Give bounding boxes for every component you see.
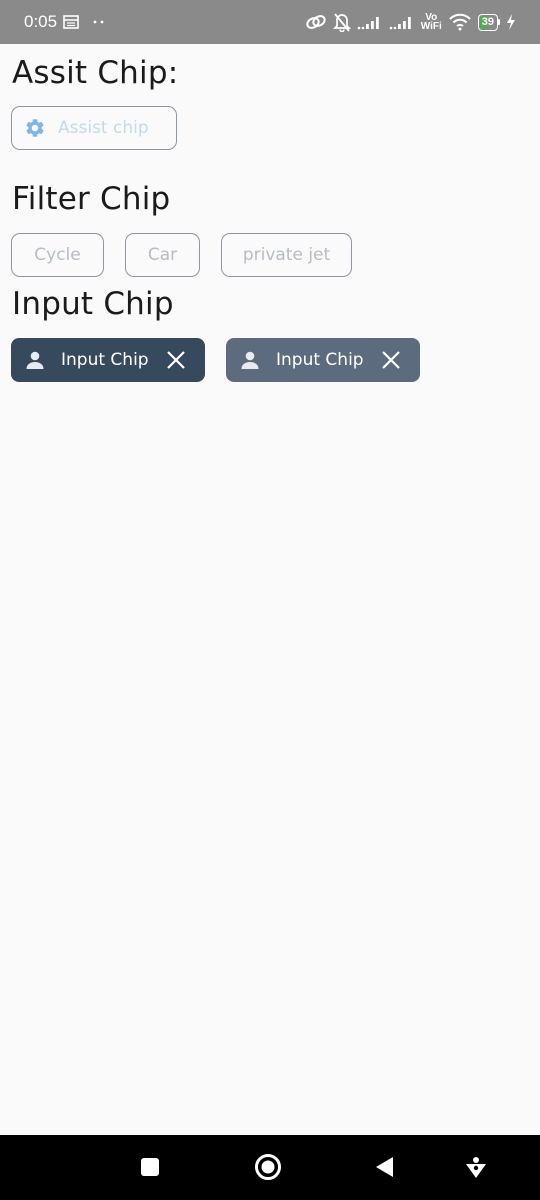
assist-chip[interactable]: Assist chip <box>11 106 177 150</box>
signal-icon <box>357 14 383 30</box>
status-time: 0:05 <box>24 12 58 31</box>
filter-chip-private-jet[interactable]: private jet <box>221 233 352 277</box>
input-chip[interactable]: Input Chip <box>11 338 205 382</box>
link-icon <box>305 13 327 31</box>
status-bar: 0:05 Vo WiFi 39 <box>0 0 540 44</box>
signal-icon <box>389 14 415 30</box>
assist-chip-title: Assit Chip: <box>12 55 179 91</box>
filter-chip-label: Cycle <box>34 245 81 265</box>
input-chip[interactable]: Input Chip <box>226 338 420 382</box>
wifi-icon <box>448 13 472 31</box>
close-icon[interactable] <box>165 349 187 371</box>
close-icon[interactable] <box>380 349 402 371</box>
charging-icon <box>506 14 516 30</box>
dots-icon <box>93 19 105 25</box>
battery-level: 39 <box>481 16 494 28</box>
filter-chip-title: Filter Chip <box>12 181 171 217</box>
home-circle-icon[interactable] <box>248 1147 288 1187</box>
filter-chip-label: Car <box>147 245 178 265</box>
status-left: 0:05 <box>24 12 105 32</box>
input-chip-label: Input Chip <box>276 350 364 370</box>
assistant-icon[interactable] <box>456 1147 496 1187</box>
notes-icon <box>63 15 79 29</box>
status-right: Vo WiFi 39 <box>305 12 516 32</box>
navigation-bar <box>0 1135 540 1200</box>
assist-chip-label: Assist chip <box>58 118 149 138</box>
filter-chip-car[interactable]: Car <box>125 233 200 277</box>
screen: 0:05 Vo WiFi 39 Assit Chip: Assist chip … <box>0 0 540 1200</box>
recents-square-icon[interactable] <box>130 1147 170 1187</box>
input-chip-label: Input Chip <box>61 350 149 370</box>
filter-chip-label: private jet <box>242 245 331 265</box>
input-chip-title: Input Chip <box>12 286 174 322</box>
vowifi-icon: Vo WiFi <box>420 13 442 32</box>
settings-icon <box>24 117 46 139</box>
person-icon <box>238 348 262 372</box>
vowifi-bottom: WiFi <box>420 21 442 32</box>
battery-tip <box>498 19 500 25</box>
person-icon <box>23 348 47 372</box>
bell-off-icon <box>332 12 351 32</box>
battery-icon: 39 <box>477 13 498 31</box>
back-triangle-icon[interactable] <box>364 1147 404 1187</box>
filter-chip-cycle[interactable]: Cycle <box>11 233 104 277</box>
